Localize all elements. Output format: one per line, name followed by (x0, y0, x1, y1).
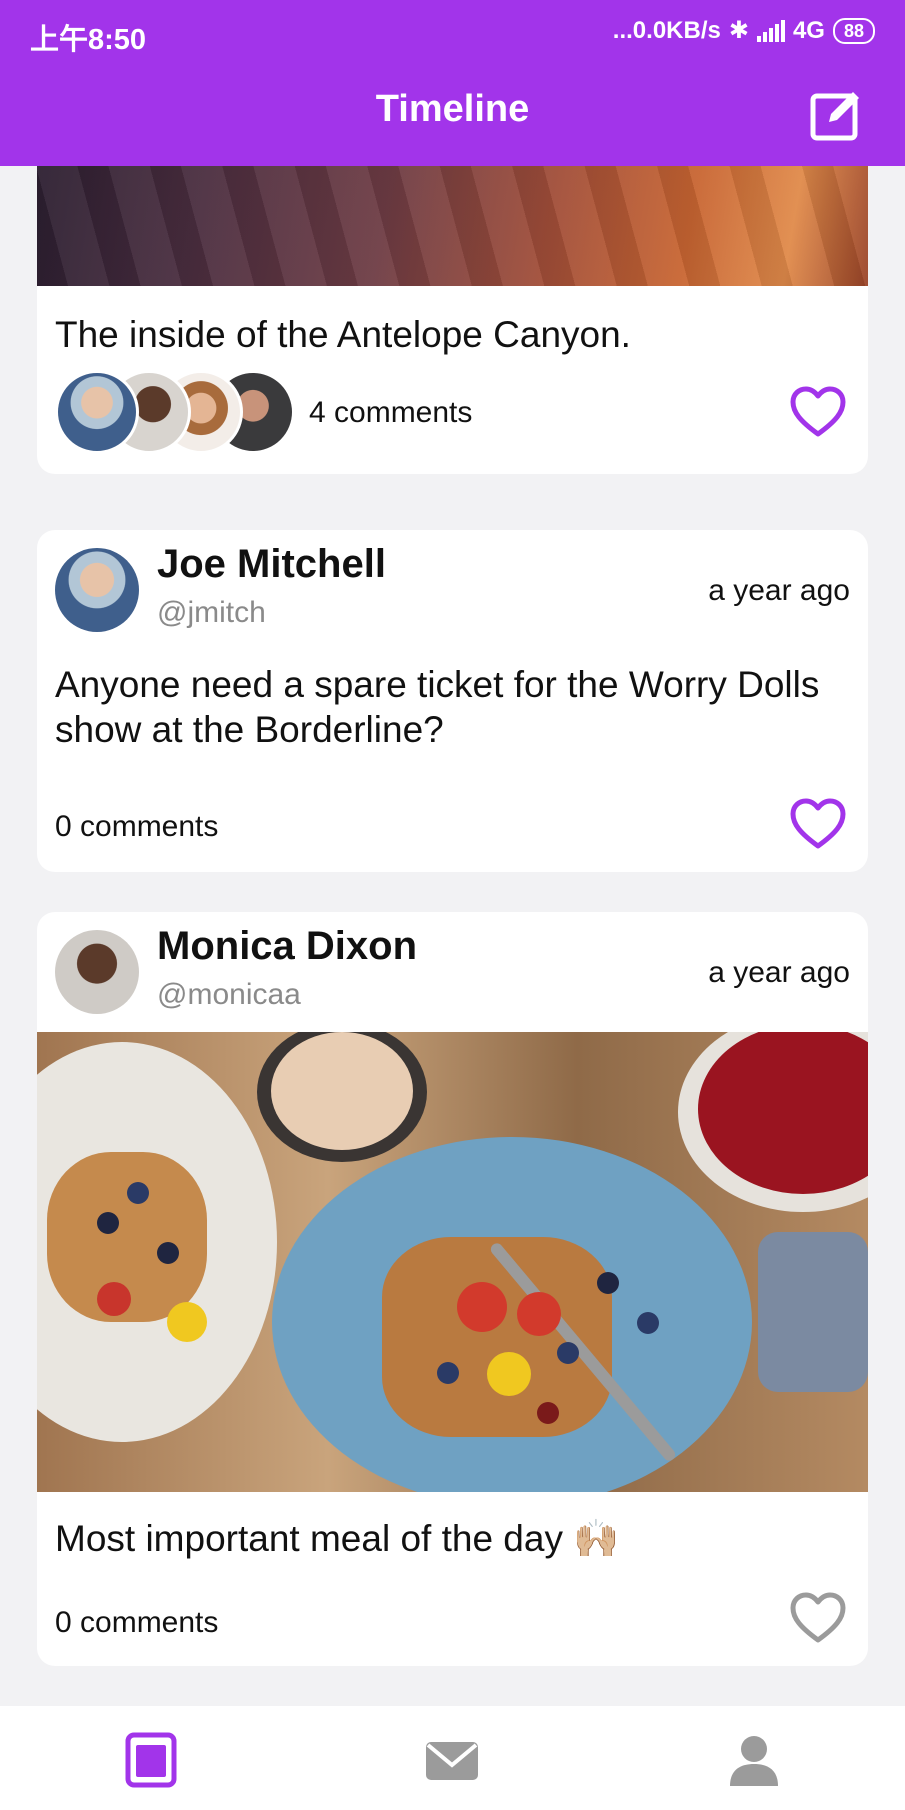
profile-icon[interactable] (726, 1732, 782, 1788)
heart-icon[interactable] (790, 386, 846, 438)
post-text: The inside of the Antelope Canyon. (55, 314, 631, 355)
network-type: 4G (792, 16, 825, 44)
bottom-tab-bar (0, 1706, 905, 1810)
page-title: Timeline (375, 88, 530, 130)
comments-count[interactable]: 0 comments (55, 1606, 218, 1640)
post-timestamp: a year ago (708, 956, 850, 989)
post-image[interactable] (37, 1032, 868, 1492)
timeline-feed[interactable]: The inside of the Antelope Canyon. 4 com… (0, 166, 905, 1706)
avatar[interactable] (55, 930, 139, 1014)
author-name[interactable]: Joe Mitchell (157, 542, 386, 587)
comments-count[interactable]: 4 comments (309, 396, 472, 430)
status-indicators: ...0.0KB/s ✱ 4G 88 (613, 16, 875, 45)
heart-icon[interactable] (790, 798, 846, 850)
bluetooth-icon: ✱ (728, 17, 749, 44)
avatar[interactable] (55, 548, 139, 632)
post-card[interactable]: The inside of the Antelope Canyon. 4 com… (37, 166, 868, 474)
post-timestamp: a year ago (708, 574, 850, 607)
author-handle: @monicaa (157, 978, 301, 1011)
app-bar: Timeline (0, 64, 905, 166)
status-time: 上午8:50 (30, 24, 147, 56)
post-card[interactable]: Joe Mitchell @jmitch a year ago Anyone n… (37, 530, 868, 872)
compose-icon[interactable] (809, 88, 863, 142)
avatar (55, 370, 139, 454)
signal-icon (756, 19, 785, 42)
network-speed: ...0.0KB/s (612, 16, 721, 44)
comments-count[interactable]: 0 comments (55, 810, 218, 844)
post-text: Most important meal of the day 🙌🏼 (55, 1518, 620, 1559)
battery-indicator: 88 (832, 17, 875, 44)
commenter-avatars[interactable] (55, 370, 295, 454)
heart-icon[interactable] (790, 1592, 846, 1644)
timeline-icon[interactable] (123, 1732, 179, 1788)
author-name[interactable]: Monica Dixon (157, 924, 417, 969)
post-image[interactable] (37, 166, 868, 286)
post-card[interactable]: Monica Dixon @monicaa a year ago Most im… (37, 912, 868, 1666)
status-bar: 上午8:50 ...0.0KB/s ✱ 4G 88 (0, 0, 905, 64)
author-handle: @jmitch (157, 596, 266, 629)
messages-icon[interactable] (424, 1732, 480, 1788)
post-text: Anyone need a spare ticket for the Worry… (55, 664, 820, 750)
